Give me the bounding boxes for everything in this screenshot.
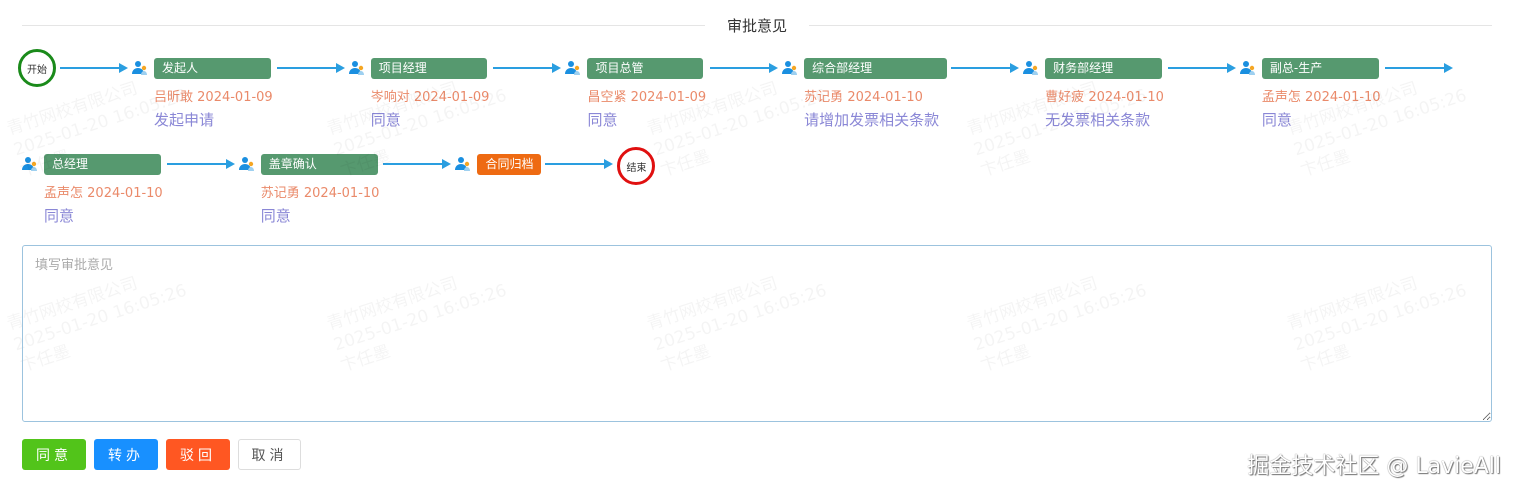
node-role: 盖章确认: [260, 153, 378, 175]
flow-arrow: [60, 57, 128, 79]
cancel-button[interactable]: 取消: [238, 439, 301, 470]
flow-node[interactable]: 项目经理 岑响对 2024-01-09 同意: [348, 57, 490, 130]
node-approver: 吕昕敢 2024-01-09: [154, 90, 273, 105]
node-approver: 岑响对 2024-01-09: [370, 90, 490, 105]
flow-row-1: 开始 发起人 吕昕敢 2024-01-09 发起申请 项目经理 岑响对 2024…: [18, 49, 1457, 130]
reject-button[interactable]: 驳回: [166, 439, 230, 470]
node-opinion: 请增加发票相关条款: [804, 111, 940, 129]
agree-button[interactable]: 同意: [22, 439, 86, 470]
node-role: 副总-生产: [1261, 57, 1379, 79]
flow-arrow: [276, 57, 345, 79]
transfer-button[interactable]: 转办: [94, 439, 158, 470]
flow-arrow: [1167, 57, 1236, 79]
node-opinion: 同意: [44, 207, 75, 225]
node-role: 项目总管: [587, 57, 704, 79]
flow-node[interactable]: 盖章确认 苏记勇 2024-01-10 同意: [238, 153, 380, 226]
user-icon: [1239, 60, 1256, 76]
node-approver: 苏记勇 2024-01-10: [804, 90, 923, 105]
user-icon: [455, 156, 471, 172]
flow-node[interactable]: 财务部经理 曹好疲 2024-01-10 无发票相关条款: [1023, 57, 1164, 130]
node-opinion: 发起申请: [154, 111, 215, 129]
node-role: 总经理: [44, 153, 161, 175]
flow-node[interactable]: 综合部经理 苏记勇 2024-01-10 请增加发票相关条款: [782, 57, 948, 130]
user-icon: [22, 156, 38, 172]
flow-arrow: [493, 57, 562, 79]
user-icon: [238, 156, 255, 172]
flow-row-2: 总经理 孟声怎 2024-01-10 同意 盖章确认 苏记勇 2024-01-1…: [22, 147, 656, 226]
section-divider: 审批意见: [22, 14, 1493, 36]
flow-arrow: [951, 57, 1020, 79]
user-icon: [348, 60, 365, 76]
flow-arrow: [383, 153, 452, 175]
node-role: 发起人: [154, 57, 271, 79]
flow-arrow: [545, 153, 614, 175]
user-icon: [782, 60, 798, 76]
node-opinion: 同意: [370, 111, 401, 129]
end-node: 结束: [617, 147, 656, 185]
node-opinion: 同意: [587, 111, 618, 129]
user-icon: [132, 60, 148, 76]
flow-arrow: [166, 153, 235, 175]
flow-node[interactable]: 副总-生产 孟声怎 2024-01-10 同意: [1239, 57, 1381, 130]
node-role: 项目经理: [370, 57, 487, 79]
flow-node[interactable]: 发起人 吕昕敢 2024-01-09 发起申请: [132, 57, 273, 130]
node-role: 财务部经理: [1045, 57, 1163, 79]
user-icon: [565, 60, 581, 76]
section-title: 审批意见: [727, 16, 788, 35]
opinion-input[interactable]: [22, 245, 1492, 422]
flow-arrow: [710, 57, 779, 79]
node-approver: 昌空紧 2024-01-09: [587, 90, 707, 105]
credit-watermark: 掘金技术社区 @ LavieAll: [1247, 454, 1501, 479]
node-approver: 孟声怎 2024-01-10: [44, 186, 163, 201]
flow-node[interactable]: 总经理 孟声怎 2024-01-10 同意: [22, 153, 163, 226]
start-node: 开始: [18, 49, 56, 87]
flow-arrow: [1384, 57, 1453, 79]
node-approver: 孟声怎 2024-01-10: [1261, 90, 1381, 105]
node-role: 综合部经理: [804, 57, 948, 79]
node-opinion: 同意: [260, 207, 291, 225]
node-role: 合同归档: [477, 153, 542, 175]
flow-node[interactable]: 项目总管 昌空紧 2024-01-09 同意: [565, 57, 706, 130]
flow-node[interactable]: 合同归档: [455, 153, 542, 175]
node-approver: 曹好疲 2024-01-10: [1045, 90, 1164, 105]
user-icon: [1023, 60, 1039, 76]
node-approver: 苏记勇 2024-01-10: [260, 186, 380, 201]
node-opinion: 无发票相关条款: [1045, 111, 1151, 129]
node-opinion: 同意: [1261, 111, 1292, 129]
